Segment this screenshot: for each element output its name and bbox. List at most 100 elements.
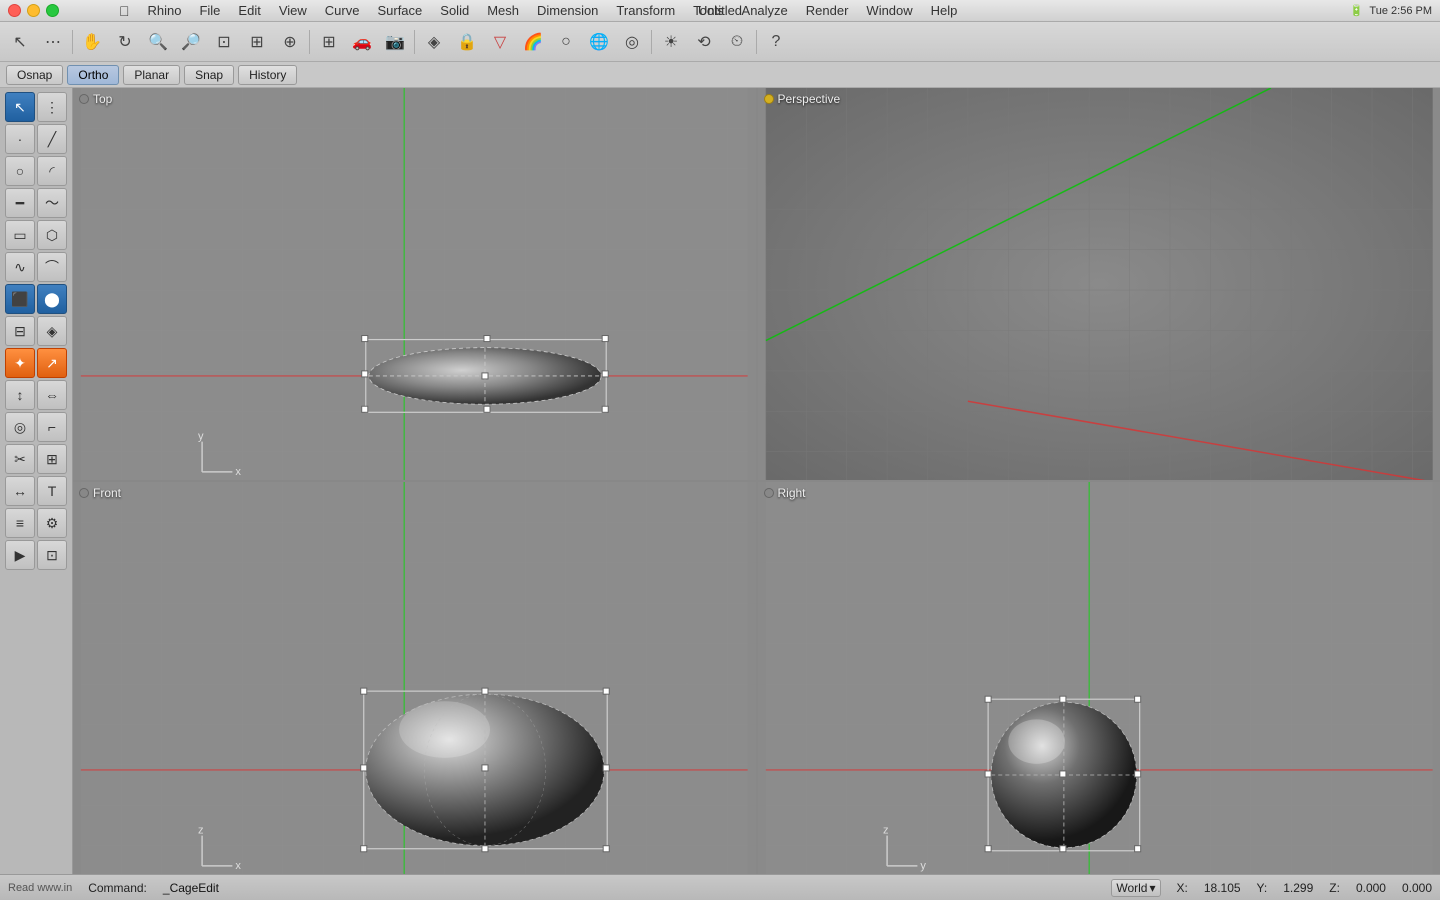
maximize-button[interactable] [46, 4, 59, 17]
menu-transform[interactable]: Transform [608, 1, 683, 20]
move-btn[interactable]: ↕ [5, 380, 35, 410]
viewport-right-label: Right [764, 486, 806, 500]
material-icon[interactable]: ◎ [616, 26, 648, 58]
sun-icon[interactable]: ☀ [655, 26, 687, 58]
menu-render[interactable]: Render [798, 1, 857, 20]
polygon-btn[interactable]: ⬡ [37, 220, 67, 250]
solid-box-btn[interactable]: ⬛ [5, 284, 35, 314]
rectangle-btn[interactable]: ▭ [5, 220, 35, 250]
menu-mesh[interactable]: Mesh [479, 1, 527, 20]
viewport-right[interactable]: y z Right [758, 482, 1440, 874]
ortho-button[interactable]: Ortho [67, 65, 119, 85]
read-text: Read www.in [8, 882, 72, 894]
menu-solid[interactable]: Solid [432, 1, 477, 20]
circle-btn[interactable]: ○ [5, 156, 35, 186]
history-button[interactable]: History [238, 65, 297, 85]
titlebar:  Rhino File Edit View Curve Surface Sol… [0, 0, 1440, 22]
osnap-button[interactable]: Osnap [6, 65, 63, 85]
layer-btn[interactable]: ≡ [5, 508, 35, 538]
y-coord-value: 1.299 [1283, 881, 1313, 895]
render-btn[interactable]: ▶ [5, 540, 35, 570]
arc-btn[interactable]: ◜ [37, 156, 67, 186]
close-button[interactable] [8, 4, 21, 17]
boolean-btn[interactable]: ◎ [5, 412, 35, 442]
minimize-button[interactable] [27, 4, 40, 17]
z-coord-label: Z: [1329, 881, 1340, 895]
menu-file[interactable]: File [191, 1, 228, 20]
sphere-icon[interactable]: ○ [550, 26, 582, 58]
grid-toggle[interactable]: ⊞ [313, 26, 345, 58]
subd-btn[interactable]: ◈ [37, 316, 67, 346]
viewport-top-dot [79, 94, 89, 104]
left-sidebar: ↖ ⋮ · ╱ ○ ◜ ━ 〜 ▭ ⬡ ∿ ⌒ ⬛ ⬤ ⊟ ◈ ✦ ↗ ↕ ⇔ … [0, 88, 73, 874]
curve-btn[interactable]: ∿ [5, 252, 35, 282]
offset-btn[interactable]: ⊞ [37, 444, 67, 474]
history-icon[interactable]: ⏲ [721, 26, 753, 58]
trim-btn[interactable]: ✂ [5, 444, 35, 474]
viewports-container: x y Top [73, 88, 1440, 874]
text-btn[interactable]: T [37, 476, 67, 506]
select-objects-btn[interactable]: ↖ [5, 92, 35, 122]
planar-button[interactable]: Planar [123, 65, 180, 85]
viewport-front-name: Front [93, 486, 121, 500]
world-dropdown-icon[interactable]: ▾ [1149, 881, 1155, 895]
menu-dimension[interactable]: Dimension [529, 1, 606, 20]
gumball-btn[interactable]: ✦ [5, 348, 35, 378]
scale-btn[interactable]: ⇔ [37, 380, 67, 410]
zoom-selected[interactable]: ⊕ [274, 26, 306, 58]
pan-tool[interactable]: ✋ [76, 26, 108, 58]
svg-text:x: x [235, 860, 241, 872]
help-icon[interactable]: ? [760, 26, 792, 58]
viewport-front[interactable]: x z Front [73, 482, 756, 874]
dimension-btn[interactable]: ↔ [5, 476, 35, 506]
point-btn[interactable]: · [5, 124, 35, 154]
viewport-right-name: Right [778, 486, 806, 500]
transform2-btn[interactable]: ↗ [37, 348, 67, 378]
camera-icon[interactable]: 📷 [379, 26, 411, 58]
zoom-extent[interactable]: ⊞ [241, 26, 273, 58]
menu-view[interactable]: View [271, 1, 315, 20]
blend-btn[interactable]: ⌒ [37, 252, 67, 282]
polyline-btn[interactable]: ╱ [37, 124, 67, 154]
menu-rhino[interactable]: Rhino [140, 1, 190, 20]
line-btn[interactable]: ━ [5, 188, 35, 218]
viewport-front-label: Front [79, 486, 121, 500]
svg-text:y: y [920, 860, 926, 872]
select-tool[interactable]: ↖ [4, 26, 36, 58]
zoom-in[interactable]: 🔍 [142, 26, 174, 58]
car-icon[interactable]: 🚗 [346, 26, 378, 58]
lock-icon[interactable]: 🔒 [451, 26, 483, 58]
world-selector[interactable]: World ▾ [1111, 879, 1160, 897]
dotted-select[interactable]: ⋯ [37, 26, 69, 58]
viewport-right-dot [764, 488, 774, 498]
cone-icon[interactable]: ▽ [484, 26, 516, 58]
solid-sphere-btn[interactable]: ⬤ [37, 284, 67, 314]
viewport-top[interactable]: x y Top [73, 88, 756, 480]
render-mode[interactable]: ◈ [418, 26, 450, 58]
menu-surface[interactable]: Surface [369, 1, 430, 20]
viewport-perspective[interactable]: Z Y X Perspective [758, 88, 1440, 480]
rotate-view[interactable]: ↻ [109, 26, 141, 58]
properties-btn[interactable]: ⚙ [37, 508, 67, 538]
color-wheel[interactable]: 🌈 [517, 26, 549, 58]
z-coord-value: 0.000 [1356, 881, 1386, 895]
globe-icon[interactable]: 🌐 [583, 26, 615, 58]
select-options-btn[interactable]: ⋮ [37, 92, 67, 122]
freeform-btn[interactable]: 〜 [37, 188, 67, 218]
transform-icon[interactable]: ⟲ [688, 26, 720, 58]
menu-curve[interactable]: Curve [317, 1, 368, 20]
zoom-out[interactable]: 🔎 [175, 26, 207, 58]
menu-analyze[interactable]: Analyze [734, 1, 796, 20]
mesh-btn[interactable]: ⊟ [5, 316, 35, 346]
menu-help[interactable]: Help [923, 1, 966, 20]
zoom-window[interactable]: ⊡ [208, 26, 240, 58]
apple-logo[interactable]:  [119, 3, 130, 19]
menu-window[interactable]: Window [858, 1, 920, 20]
extra-value: 0.000 [1402, 881, 1432, 895]
snap-tools-btn[interactable]: ⊡ [37, 540, 67, 570]
snap-button[interactable]: Snap [184, 65, 234, 85]
fillet-btn[interactable]: ⌐ [37, 412, 67, 442]
world-label: World [1116, 881, 1147, 895]
menu-edit[interactable]: Edit [230, 1, 268, 20]
menubar:  Rhino File Edit View Curve Surface Sol… [119, 1, 965, 20]
